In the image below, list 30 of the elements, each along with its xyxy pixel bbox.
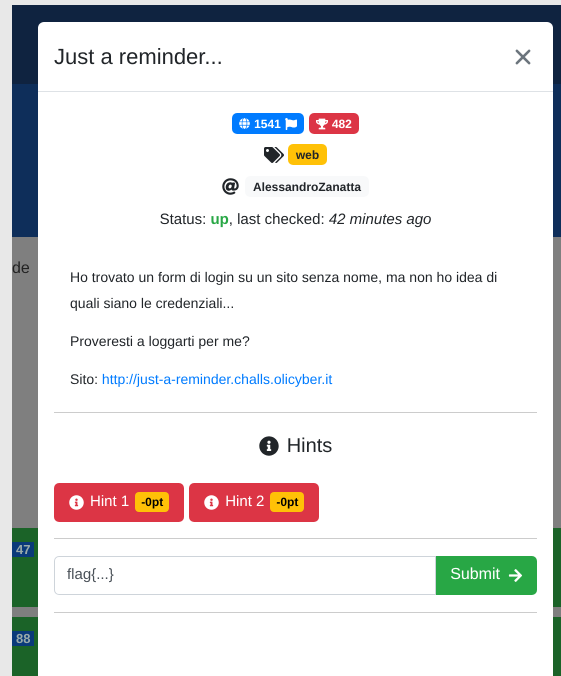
modal-title: Just a reminder... xyxy=(54,43,223,71)
cost-badge: -0pt xyxy=(270,492,304,512)
hint-button[interactable]: Hint 1 -0pt xyxy=(54,482,184,522)
cost-badge: -0pt xyxy=(135,492,170,512)
count-badge: 88 xyxy=(12,630,34,646)
page-text: de xyxy=(12,260,30,277)
site-link[interactable]: http://just-a-reminder.challs.olicyber.it xyxy=(102,370,332,386)
hint-label: Hint 2 xyxy=(225,492,264,512)
description-text: Ho trovato un form di login su un sito senza nome, ma non ho idea di quali siano le credenziali... xyxy=(70,268,498,313)
description-text: Proveresti a loggarti per me? xyxy=(70,332,251,351)
flag-icon xyxy=(284,118,297,130)
info-icon xyxy=(69,494,84,510)
site-text: Sito: http://just-a-reminder.challs.olicyber.it xyxy=(70,370,334,389)
count-badge: 47 xyxy=(12,542,34,557)
at-icon xyxy=(222,178,239,195)
tag-badge: web xyxy=(288,144,328,165)
hints-heading: Hints xyxy=(286,434,332,458)
trophy-icon xyxy=(316,118,328,130)
author-badge: AlessandroZanatta xyxy=(244,176,370,197)
hint-button[interactable]: Hint 2 -0pt xyxy=(189,482,320,522)
info-icon xyxy=(258,436,279,456)
solves-badge: 1541 xyxy=(232,113,304,134)
info-icon xyxy=(204,494,220,510)
hint-label: Hint 1 xyxy=(90,492,130,512)
arrow-right-icon xyxy=(508,568,523,582)
flag-input[interactable]: flag{...} xyxy=(54,556,436,594)
points-badge: 482 xyxy=(308,113,359,134)
globe-icon xyxy=(239,118,250,129)
status-text: Status: up, last checked: 42 minutes ago xyxy=(160,210,432,230)
tags-icon xyxy=(264,144,284,164)
